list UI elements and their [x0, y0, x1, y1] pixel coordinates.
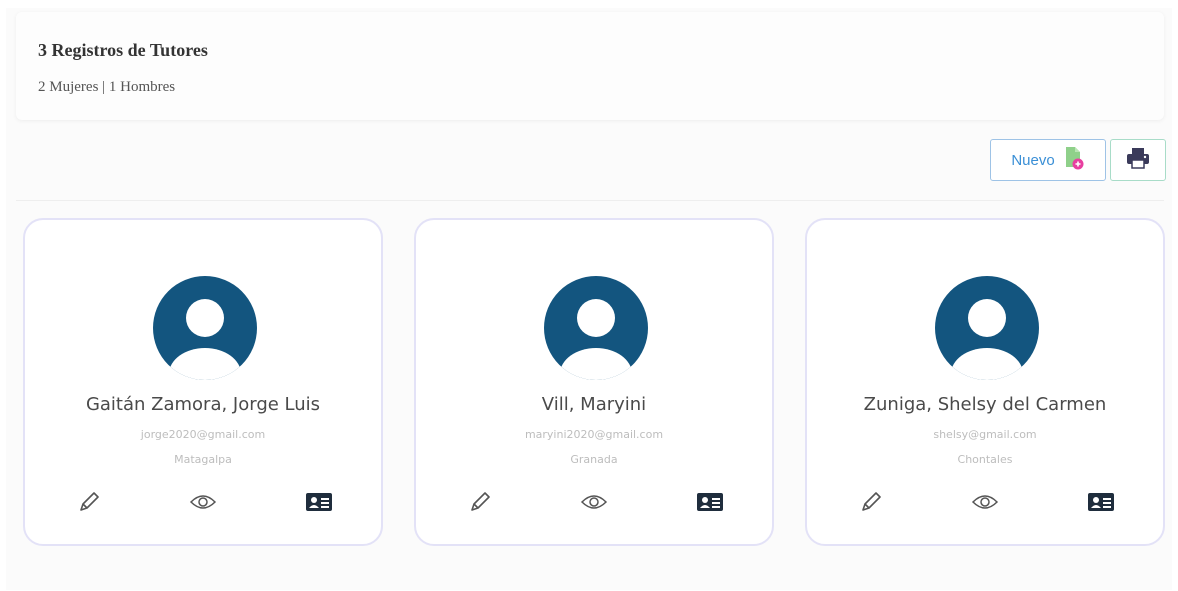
- avatar-icon: [544, 276, 648, 380]
- tutor-card: Vill, Maryini maryini2020@gmail.com Gran…: [414, 218, 774, 546]
- tutor-city: Granada: [570, 453, 618, 466]
- avatar-icon: [153, 276, 257, 380]
- tutor-name: Zuniga, Shelsy del Carmen: [863, 394, 1107, 415]
- id-card-icon[interactable]: [1085, 486, 1117, 518]
- add-document-icon: [1063, 146, 1085, 174]
- pencil-icon[interactable]: [73, 486, 105, 518]
- eye-icon[interactable]: [187, 486, 219, 518]
- id-card-icon[interactable]: [694, 486, 726, 518]
- printer-icon: [1126, 147, 1150, 174]
- eye-icon[interactable]: [969, 486, 1001, 518]
- tutor-city: Chontales: [957, 453, 1013, 466]
- summary-panel: 3 Registros de Tutores 2 Mujeres | 1 Hom…: [16, 12, 1164, 120]
- summary-gender-count: 2 Mujeres | 1 Hombres: [38, 79, 176, 95]
- avatar-icon: [935, 276, 1039, 380]
- toolbar-divider: [16, 200, 1164, 201]
- tutor-card: Gaitán Zamora, Jorge Luis jorge2020@gmai…: [23, 218, 383, 546]
- pencil-icon[interactable]: [464, 486, 496, 518]
- pencil-icon[interactable]: [855, 486, 887, 518]
- tutor-cards: Gaitán Zamora, Jorge Luis jorge2020@gmai…: [23, 218, 1169, 548]
- new-button-label: Nuevo: [1011, 151, 1055, 169]
- tutor-email: shelsy@gmail.com: [933, 428, 1037, 441]
- tutor-name: Vill, Maryini: [541, 394, 647, 415]
- tutor-email: jorge2020@gmail.com: [140, 428, 266, 441]
- tutor-city: Matagalpa: [174, 453, 232, 466]
- tutor-name: Gaitán Zamora, Jorge Luis: [85, 394, 321, 415]
- id-card-icon[interactable]: [303, 486, 335, 518]
- tutor-card: Zuniga, Shelsy del Carmen shelsy@gmail.c…: [805, 218, 1165, 546]
- summary-title: 3 Registros de Tutores: [38, 40, 208, 60]
- print-button[interactable]: [1110, 139, 1166, 181]
- eye-icon[interactable]: [578, 486, 610, 518]
- new-tutor-button[interactable]: Nuevo: [990, 139, 1106, 181]
- tutor-email: maryini2020@gmail.com: [524, 428, 664, 441]
- tutors-page: 3 Registros de Tutores 2 Mujeres | 1 Hom…: [6, 8, 1172, 590]
